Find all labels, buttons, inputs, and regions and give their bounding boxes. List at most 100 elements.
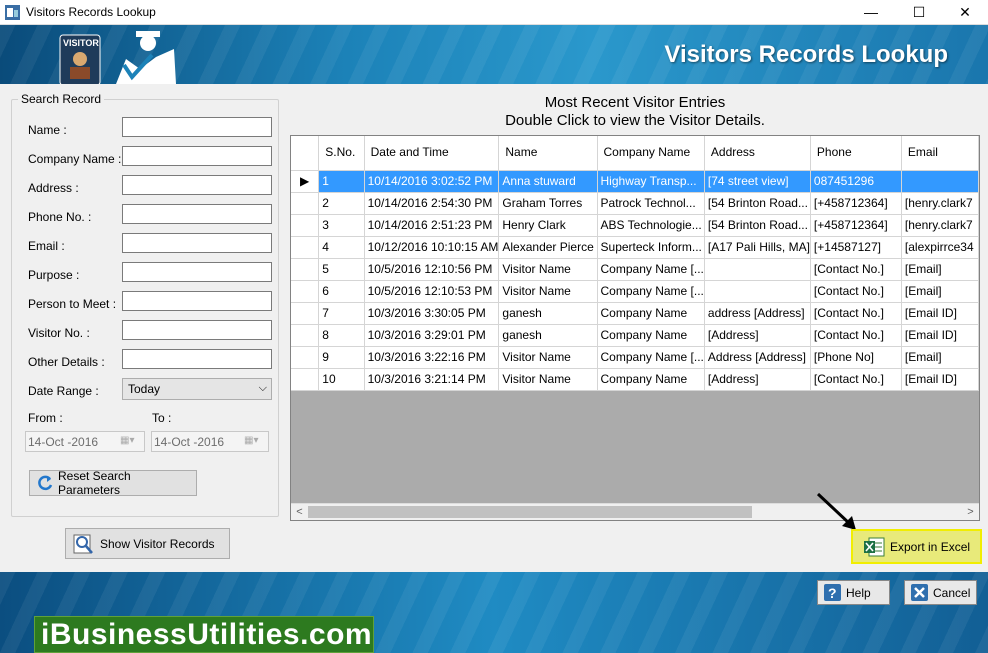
table-cell[interactable]: ABS Technologie... xyxy=(597,214,705,237)
table-cell[interactable]: [54 Brinton Road... xyxy=(704,214,811,237)
table-cell[interactable]: 10/3/2016 3:21:14 PM xyxy=(364,368,500,391)
table-row[interactable]: 6 10/5/2016 12:10:53 PM Visitor Name Compan… xyxy=(291,280,979,303)
help-button[interactable]: ? Help xyxy=(817,580,890,605)
table-row[interactable]: 5 10/5/2016 12:10:56 PM Visitor Name Compan… xyxy=(291,258,979,281)
table-cell[interactable]: address [Address] xyxy=(704,302,811,325)
table-cell[interactable]: Visitor Name xyxy=(498,258,598,281)
row-header-cell[interactable] xyxy=(291,368,320,391)
table-cell[interactable]: [Email] xyxy=(901,280,979,303)
table-cell[interactable]: 3 xyxy=(318,214,365,237)
table-cell[interactable]: [Email] xyxy=(901,346,979,369)
address-input[interactable] xyxy=(122,175,272,195)
table-cell[interactable]: [henry.clark7 xyxy=(901,214,979,237)
table-cell[interactable]: 6 xyxy=(318,280,365,303)
table-cell[interactable]: Company Name [... xyxy=(597,258,705,281)
table-cell[interactable]: Address [Address] xyxy=(704,346,811,369)
table-cell[interactable]: 10/3/2016 3:29:01 PM xyxy=(364,324,500,347)
row-header-cell[interactable] xyxy=(291,192,320,215)
table-cell[interactable]: 10/14/2016 2:51:23 PM xyxy=(364,214,500,237)
table-cell[interactable]: [Contact No.] xyxy=(810,258,902,281)
column-header[interactable]: Company Name xyxy=(597,136,705,171)
column-header[interactable]: S.No. xyxy=(318,136,365,171)
row-header-cell[interactable] xyxy=(291,280,320,303)
table-cell[interactable]: Highway Transp... xyxy=(597,170,705,193)
table-cell[interactable]: [Email] xyxy=(901,258,979,281)
phone-input[interactable] xyxy=(122,204,272,224)
column-header[interactable]: Date and Time xyxy=(364,136,500,171)
table-cell[interactable]: [+458712364] xyxy=(810,214,902,237)
table-cell[interactable]: [Email ID] xyxy=(901,302,979,325)
table-cell[interactable]: [henry.clark7 xyxy=(901,192,979,215)
table-cell[interactable]: [Contact No.] xyxy=(810,280,902,303)
cancel-button[interactable]: Cancel xyxy=(904,580,977,605)
scroll-left-icon[interactable]: < xyxy=(291,504,308,520)
show-visitor-records-button[interactable]: Show Visitor Records xyxy=(65,528,230,559)
table-cell[interactable] xyxy=(704,258,811,281)
table-cell[interactable]: Company Name [... xyxy=(597,346,705,369)
table-cell[interactable]: Patrock Technol... xyxy=(597,192,705,215)
table-cell[interactable] xyxy=(704,280,811,303)
table-cell[interactable]: [Contact No.] xyxy=(810,368,902,391)
export-excel-button[interactable]: Export in Excel xyxy=(851,529,982,564)
table-cell[interactable]: [74 street view] xyxy=(704,170,811,193)
table-cell[interactable]: Graham Torres xyxy=(498,192,598,215)
column-header[interactable]: Email xyxy=(901,136,979,171)
table-cell[interactable]: [Email ID] xyxy=(901,368,979,391)
table-cell[interactable]: Company Name xyxy=(597,368,705,391)
horizontal-scrollbar[interactable]: < > xyxy=(291,503,979,520)
scroll-right-icon[interactable]: > xyxy=(962,504,979,520)
table-cell[interactable]: 1 xyxy=(318,170,365,193)
purpose-input[interactable] xyxy=(122,262,272,282)
table-cell[interactable]: 10/14/2016 3:02:52 PM xyxy=(364,170,500,193)
table-cell[interactable]: 10/3/2016 3:22:16 PM xyxy=(364,346,500,369)
row-header-cell[interactable] xyxy=(291,236,320,259)
table-row[interactable]: 7 10/3/2016 3:30:05 PM ganesh Company Name a… xyxy=(291,302,979,325)
table-cell[interactable]: Alexander Pierce xyxy=(498,236,598,259)
table-cell[interactable]: 7 xyxy=(318,302,365,325)
table-cell[interactable]: 087451296 xyxy=(810,170,902,193)
table-cell[interactable]: Company Name [... xyxy=(597,280,705,303)
name-input[interactable] xyxy=(122,117,272,137)
table-row[interactable]: ▶ 1 10/14/2016 3:02:52 PM Anna stuward Highw… xyxy=(291,170,979,193)
table-cell[interactable]: [Phone No] xyxy=(810,346,902,369)
column-header[interactable]: Phone xyxy=(810,136,902,171)
table-row[interactable]: 3 10/14/2016 2:51:23 PM Henry Clark ABS Tec… xyxy=(291,214,979,237)
table-cell[interactable]: 9 xyxy=(318,346,365,369)
column-header[interactable]: Name xyxy=(498,136,598,171)
scrollbar-thumb[interactable] xyxy=(308,506,752,518)
table-cell[interactable]: ganesh xyxy=(498,302,598,325)
table-cell[interactable]: [Contact No.] xyxy=(810,302,902,325)
reset-search-button[interactable]: Reset Search Parameters xyxy=(29,469,197,497)
table-cell[interactable]: [Address] xyxy=(704,324,811,347)
table-cell[interactable]: 8 xyxy=(318,324,365,347)
table-cell[interactable]: 10/3/2016 3:30:05 PM xyxy=(364,302,500,325)
email-input[interactable] xyxy=(122,233,272,253)
table-cell[interactable]: [54 Brinton Road... xyxy=(704,192,811,215)
table-cell[interactable]: 2 xyxy=(318,192,365,215)
row-header-cell[interactable] xyxy=(291,346,320,369)
table-cell[interactable]: 10/12/2016 10:10:15 AM xyxy=(364,236,500,259)
table-row[interactable]: 8 10/3/2016 3:29:01 PM ganesh Company Name … xyxy=(291,324,979,347)
visitor-no-input[interactable] xyxy=(122,320,272,340)
table-row[interactable]: 9 10/3/2016 3:22:16 PM Visitor Name Company… xyxy=(291,346,979,369)
table-row[interactable]: 10 10/3/2016 3:21:14 PM Visitor Name Compan… xyxy=(291,368,979,391)
table-cell[interactable]: Superteck Inform... xyxy=(597,236,705,259)
close-button[interactable]: ✕ xyxy=(942,0,988,25)
row-header-cell[interactable] xyxy=(291,324,320,347)
table-cell[interactable]: 4 xyxy=(318,236,365,259)
table-cell[interactable]: [A17 Pali Hills, MA] xyxy=(704,236,811,259)
company-name-input[interactable] xyxy=(122,146,272,166)
table-cell[interactable]: Henry Clark xyxy=(498,214,598,237)
table-row[interactable]: 4 10/12/2016 10:10:15 AM Alexander Pierce S… xyxy=(291,236,979,259)
maximize-button[interactable]: ☐ xyxy=(896,0,942,25)
to-date-picker[interactable]: 14-Oct -2016 ▦▾ xyxy=(151,431,269,452)
table-cell[interactable]: [alexpirrce34 xyxy=(901,236,979,259)
table-cell[interactable]: Company Name xyxy=(597,324,705,347)
table-cell[interactable]: 10/5/2016 12:10:53 PM xyxy=(364,280,500,303)
person-to-meet-input[interactable] xyxy=(122,291,272,311)
table-cell[interactable]: 10/14/2016 2:54:30 PM xyxy=(364,192,500,215)
table-cell[interactable]: 5 xyxy=(318,258,365,281)
minimize-button[interactable]: — xyxy=(848,0,894,25)
table-cell[interactable]: Company Name xyxy=(597,302,705,325)
calendar-icon[interactable]: ▦▾ xyxy=(120,435,140,448)
